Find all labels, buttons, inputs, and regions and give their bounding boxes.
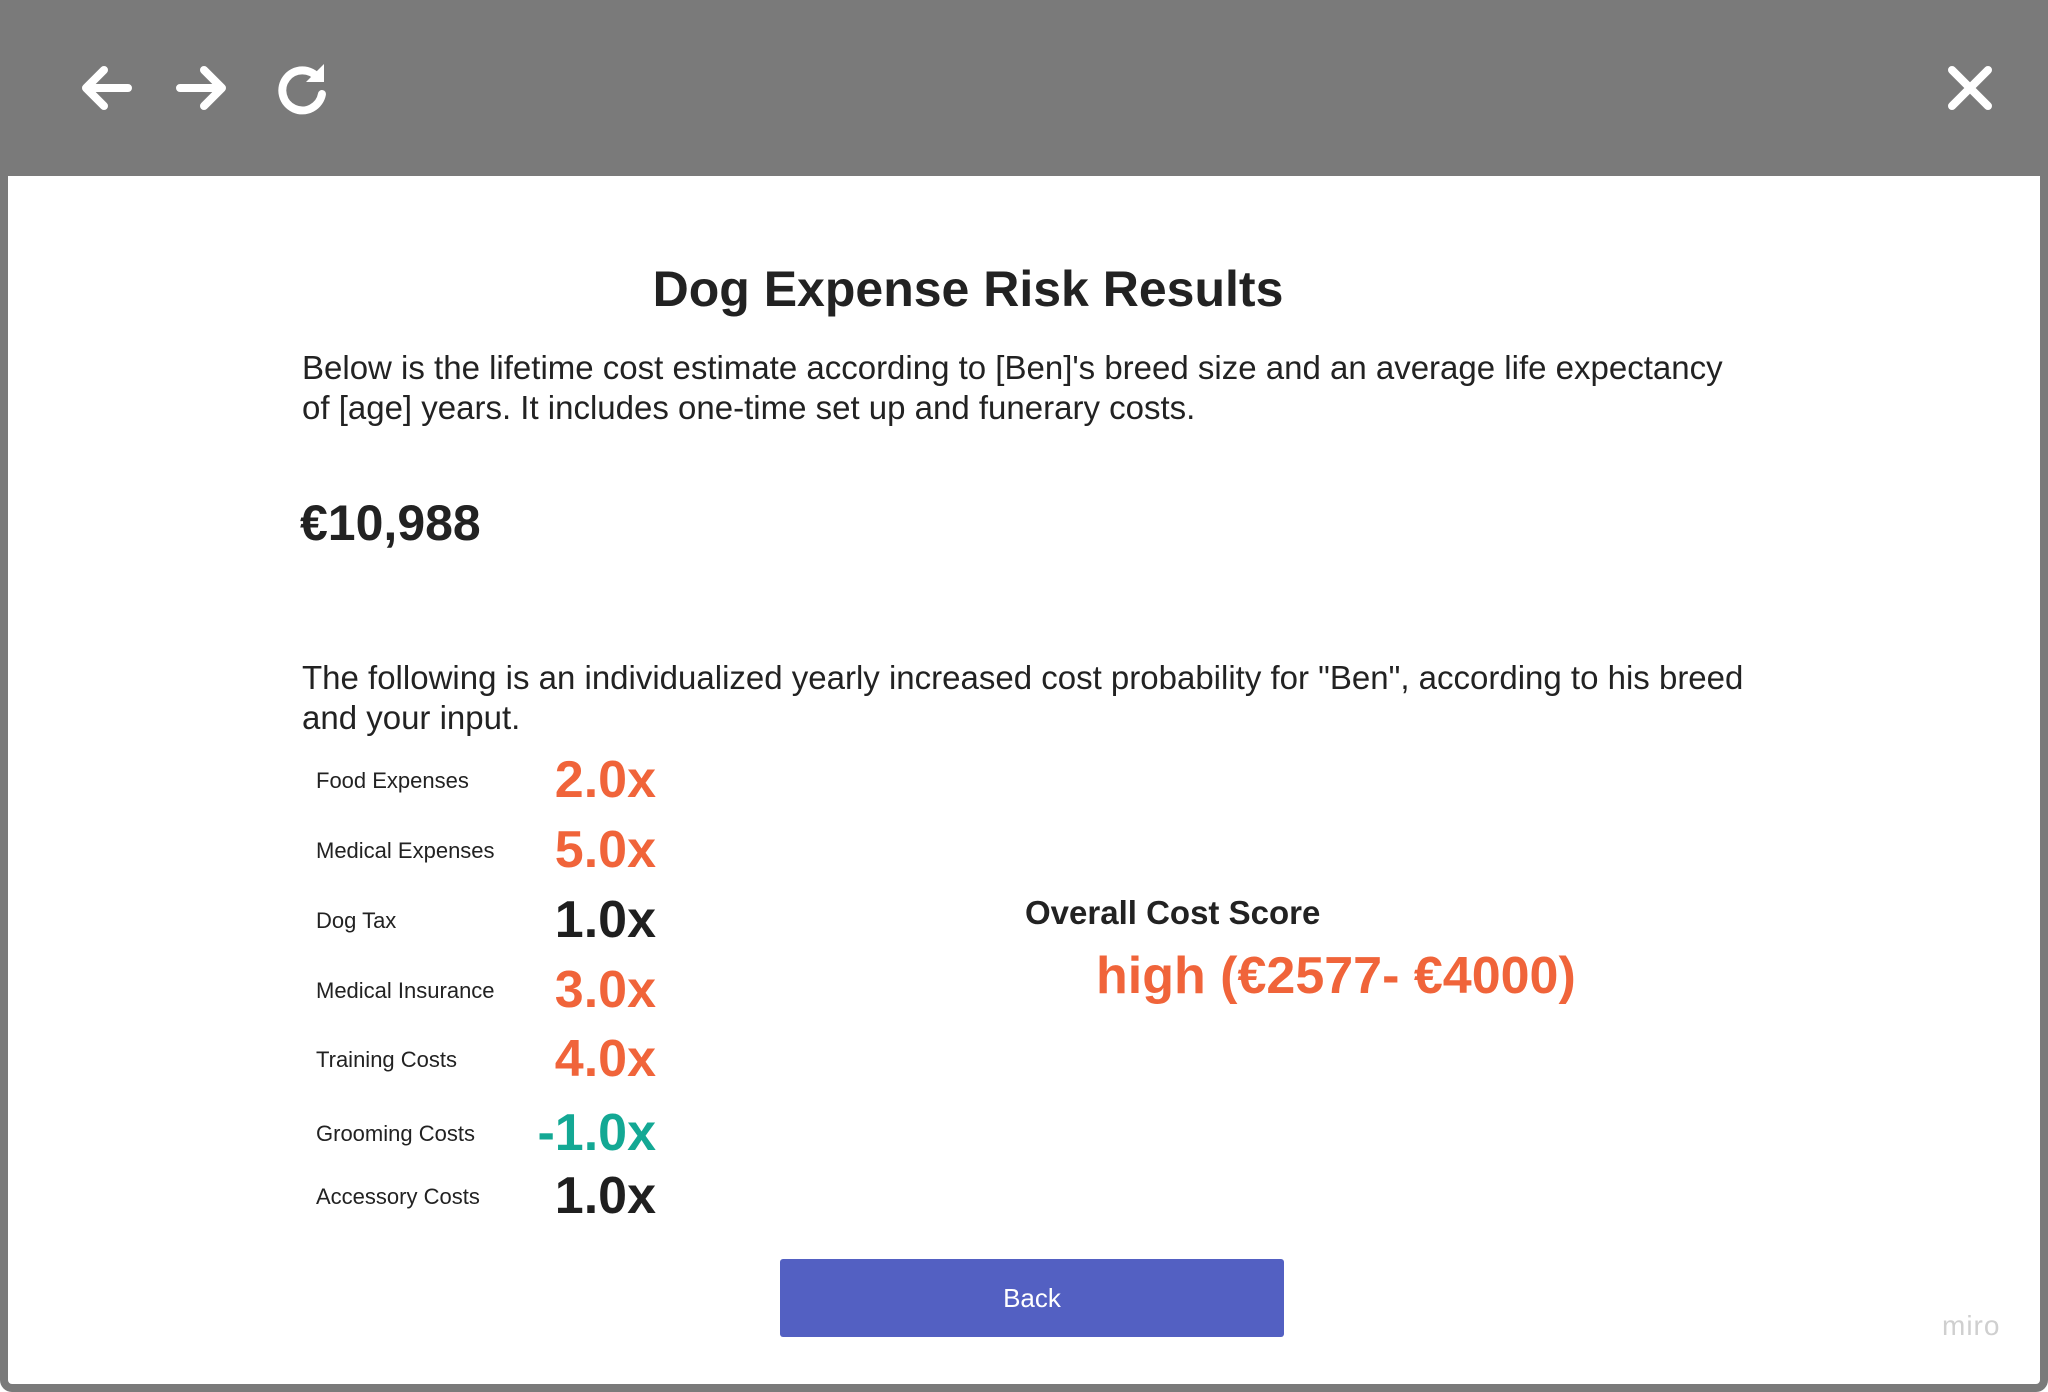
factor-label: Grooming Costs (316, 1121, 475, 1146)
factor-value: 1.0x (554, 891, 656, 949)
factor-label: Food Expenses (316, 768, 469, 793)
overall-cost-score-title: Overall Cost Score (1025, 894, 1321, 931)
factor-value: 4.0x (554, 1030, 656, 1088)
factor-label: Dog Tax (316, 908, 397, 933)
factor-label: Accessory Costs (316, 1184, 480, 1209)
reload-icon[interactable] (270, 56, 334, 120)
factor-row-food: Food Expenses 2.0x (316, 750, 656, 810)
factor-row-dog-tax: Dog Tax 1.0x (316, 890, 656, 950)
back-button[interactable]: Back (780, 1259, 1284, 1337)
factor-row-medical: Medical Expenses 5.0x (316, 820, 656, 880)
results-content: Dog Expense Risk Results Below is the li… (8, 176, 2048, 1384)
close-icon[interactable] (1938, 56, 2002, 120)
browser-toolbar (8, 0, 2048, 176)
lifetime-cost-description: Below is the lifetime cost estimate acco… (302, 349, 1723, 426)
factor-row-medical-insurance: Medical Insurance 3.0x (316, 960, 656, 1020)
factor-row-grooming: Grooming Costs -1.0x (316, 1103, 656, 1163)
factor-value: 3.0x (554, 961, 656, 1019)
page-title: Dog Expense Risk Results (652, 261, 1284, 317)
factor-row-training: Training Costs 4.0x (316, 1029, 656, 1089)
factor-value: 1.0x (554, 1167, 656, 1225)
arrow-right-icon[interactable] (170, 56, 234, 120)
arrow-left-icon[interactable] (74, 56, 138, 120)
factor-label: Medical Insurance (316, 978, 495, 1003)
total-lifetime-cost: €10,988 (300, 495, 481, 551)
probability-description: The following is an individualized yearl… (302, 659, 1744, 736)
factor-label: Training Costs (316, 1047, 458, 1072)
factor-value: 2.0x (554, 751, 656, 809)
factor-value: -1.0x (537, 1104, 656, 1162)
browser-window: Dog Expense Risk Results Below is the li… (0, 0, 2048, 1392)
miro-watermark: miro (1942, 1310, 2001, 1341)
factor-value: 5.0x (554, 821, 656, 879)
overall-cost-score-value: high (€2577- €4000) (1096, 947, 1576, 1005)
factor-row-accessory: Accessory Costs 1.0x (316, 1166, 656, 1226)
factor-label: Medical Expenses (316, 838, 495, 863)
